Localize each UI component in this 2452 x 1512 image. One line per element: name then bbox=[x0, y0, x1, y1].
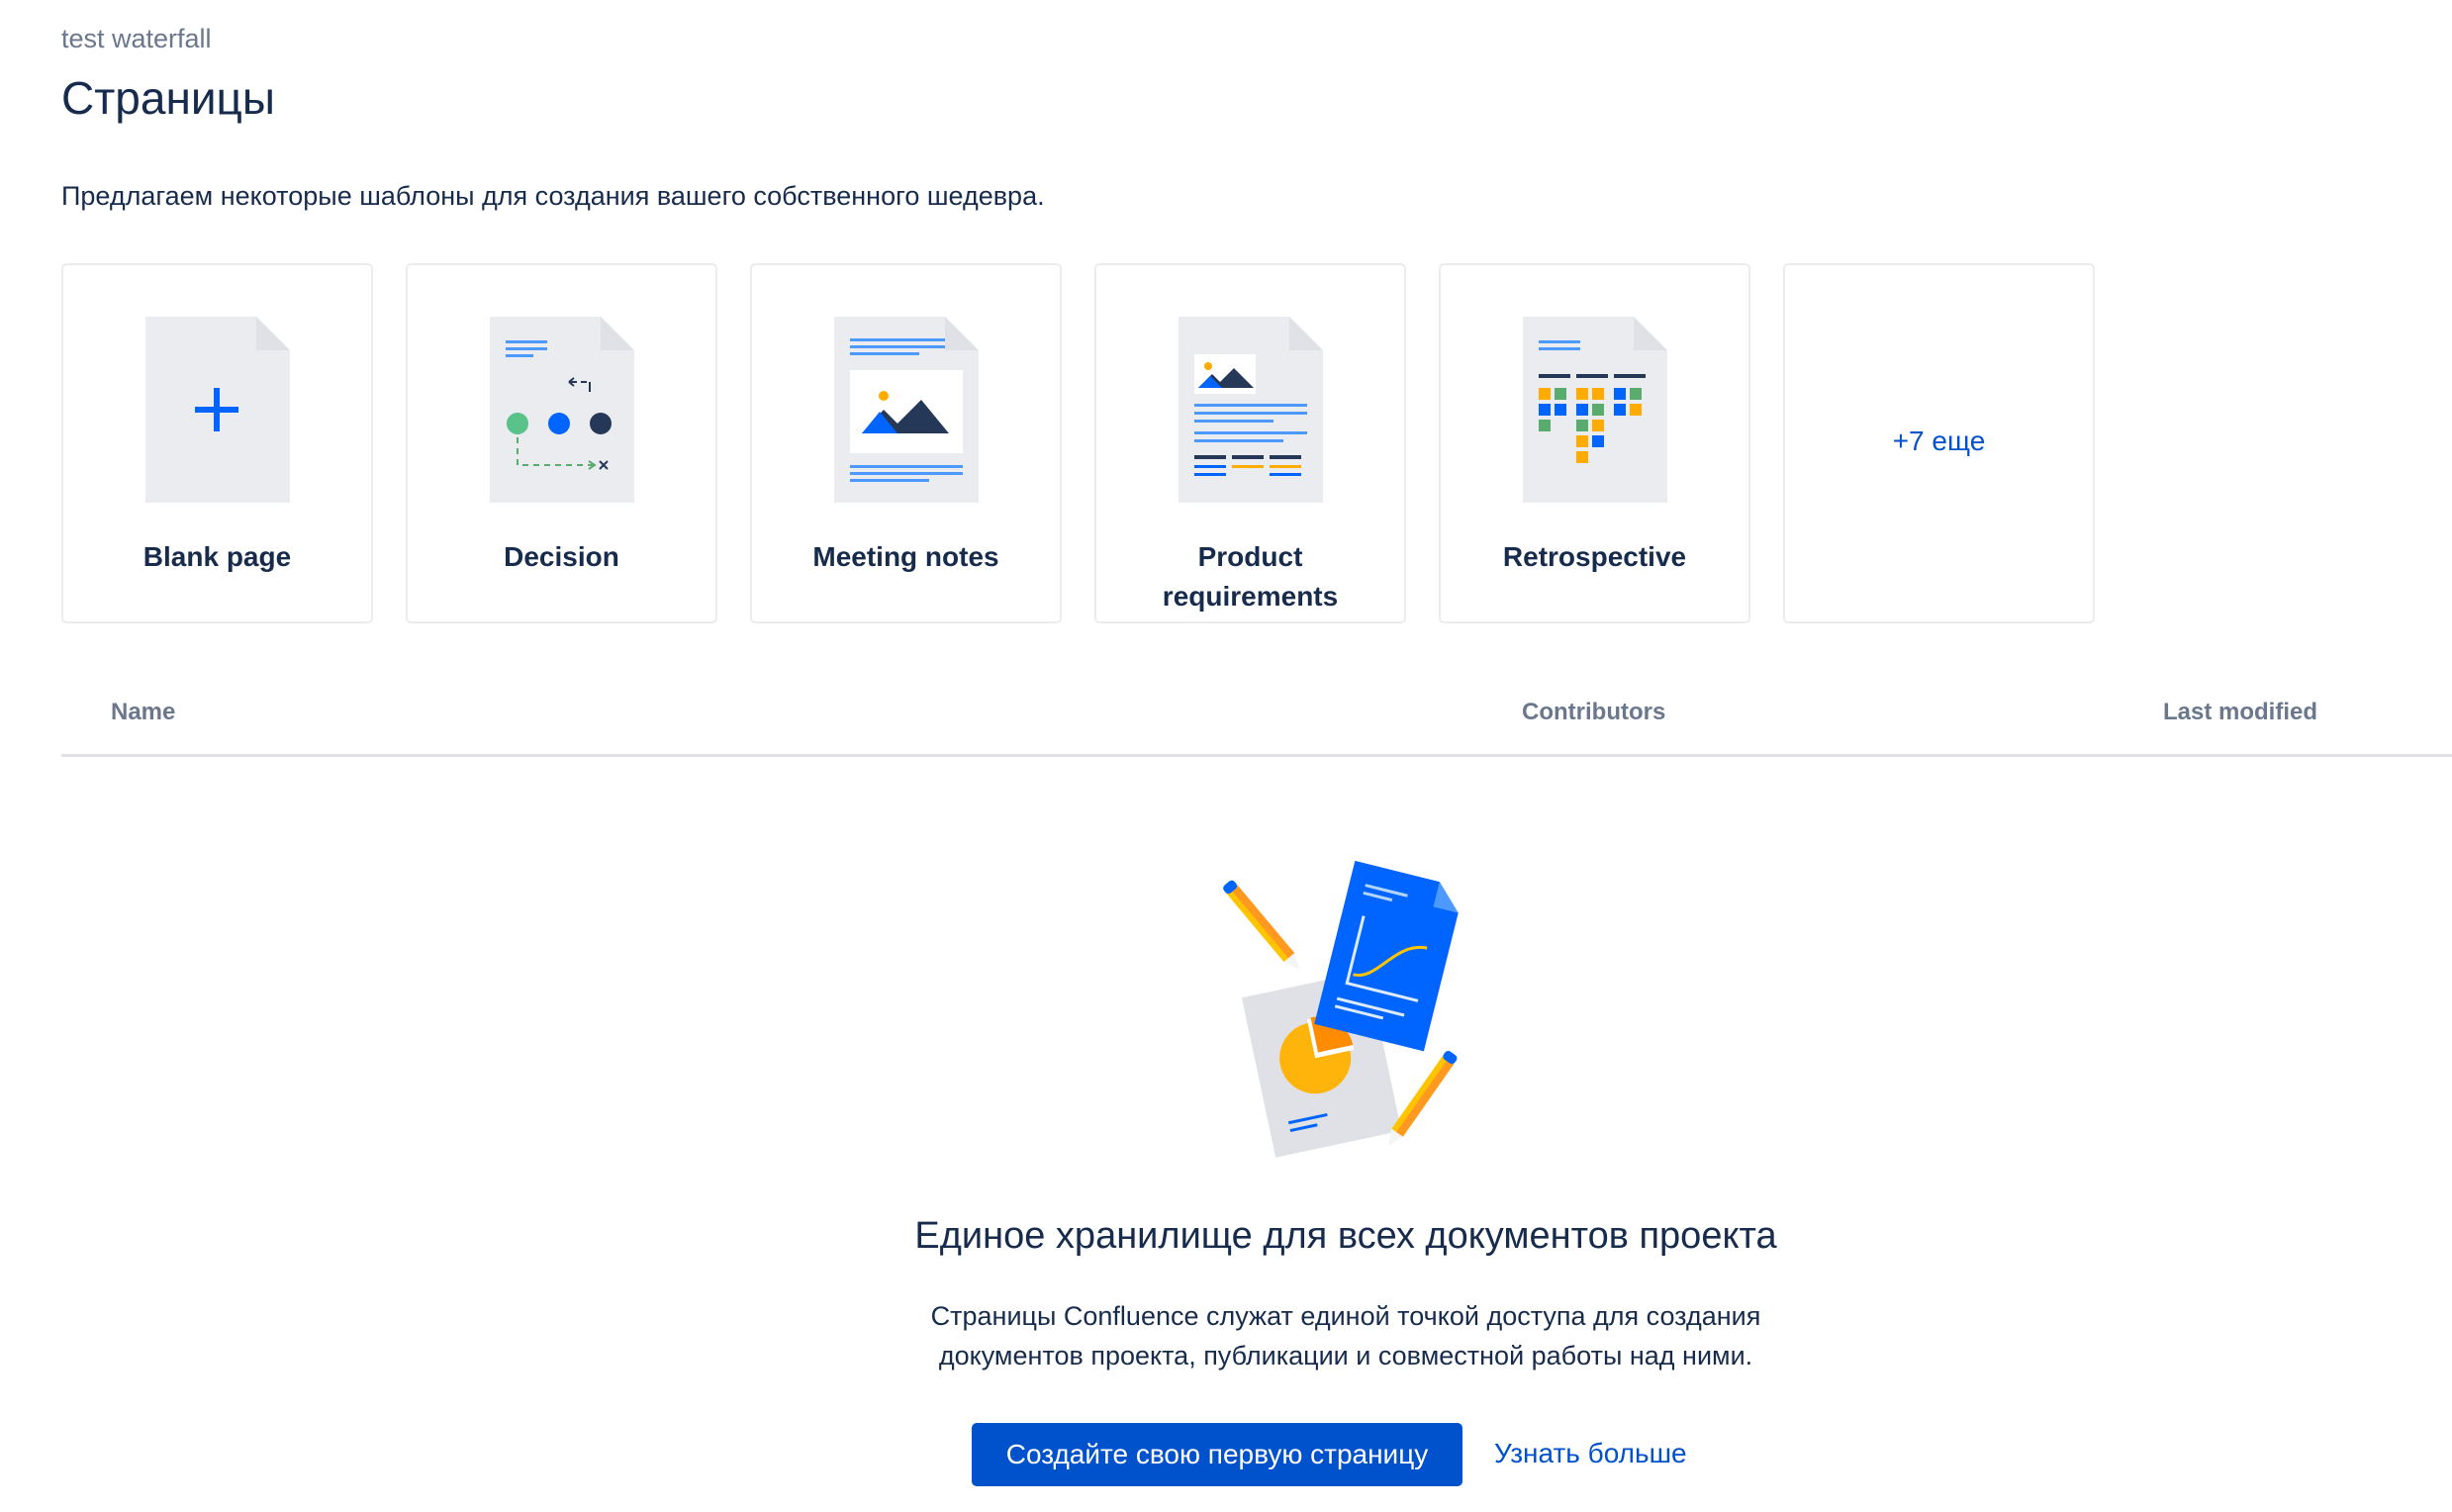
template-label: Product requirements bbox=[1162, 541, 1339, 612]
retrospective-icon bbox=[1523, 317, 1667, 503]
column-header-name[interactable]: Name bbox=[111, 699, 175, 726]
decision-icon bbox=[490, 317, 634, 503]
template-card-meeting-notes[interactable]: Meeting notes bbox=[750, 263, 1062, 623]
more-templates-card[interactable]: +7 еще bbox=[1783, 263, 2095, 623]
templates-intro: Предлагаем некоторые шаблоны для создани… bbox=[61, 181, 1045, 211]
meeting-notes-icon bbox=[834, 317, 979, 503]
breadcrumb[interactable]: test waterfall bbox=[61, 24, 212, 54]
template-label: Decision bbox=[504, 541, 619, 572]
blank-page-icon bbox=[145, 317, 290, 503]
more-templates-link[interactable]: +7 еще bbox=[1785, 425, 2093, 457]
template-card-decision[interactable]: Decision bbox=[406, 263, 717, 623]
template-gallery: Blank page Decision Meeting notes Produc… bbox=[61, 263, 2095, 623]
empty-state-description-line: Страницы Confluence служат единой точкой… bbox=[930, 1301, 1761, 1331]
empty-state-title: Единое хранилище для всех документов про… bbox=[914, 1215, 1777, 1257]
column-header-contributors[interactable]: Contributors bbox=[1522, 699, 1665, 726]
column-header-last-modified[interactable]: Last modified bbox=[2163, 699, 2317, 726]
documents-illustration bbox=[1223, 860, 1459, 1158]
template-label: Blank page bbox=[142, 541, 292, 572]
template-card-blank-page[interactable]: Blank page bbox=[61, 263, 373, 623]
template-label: Meeting notes bbox=[812, 541, 999, 572]
empty-state-description: Страницы Confluence служат единой точкой… bbox=[0, 1296, 2452, 1375]
template-card-retrospective[interactable]: Retrospective bbox=[1439, 263, 1750, 623]
product-requirements-icon bbox=[1179, 317, 1323, 503]
empty-state-description-line: документов проекта, публикации и совмест… bbox=[938, 1341, 1753, 1370]
template-label: Retrospective bbox=[1502, 541, 1687, 572]
learn-more-link[interactable]: Узнать больше bbox=[1494, 1438, 1687, 1469]
page-title: Страницы bbox=[61, 72, 275, 124]
create-first-page-button[interactable]: Создайте свою первую страницу bbox=[972, 1423, 1462, 1486]
template-card-product-requirements[interactable]: Product requirements bbox=[1094, 263, 1406, 623]
pages-table-header: Name Contributors Last modified bbox=[61, 693, 2452, 757]
